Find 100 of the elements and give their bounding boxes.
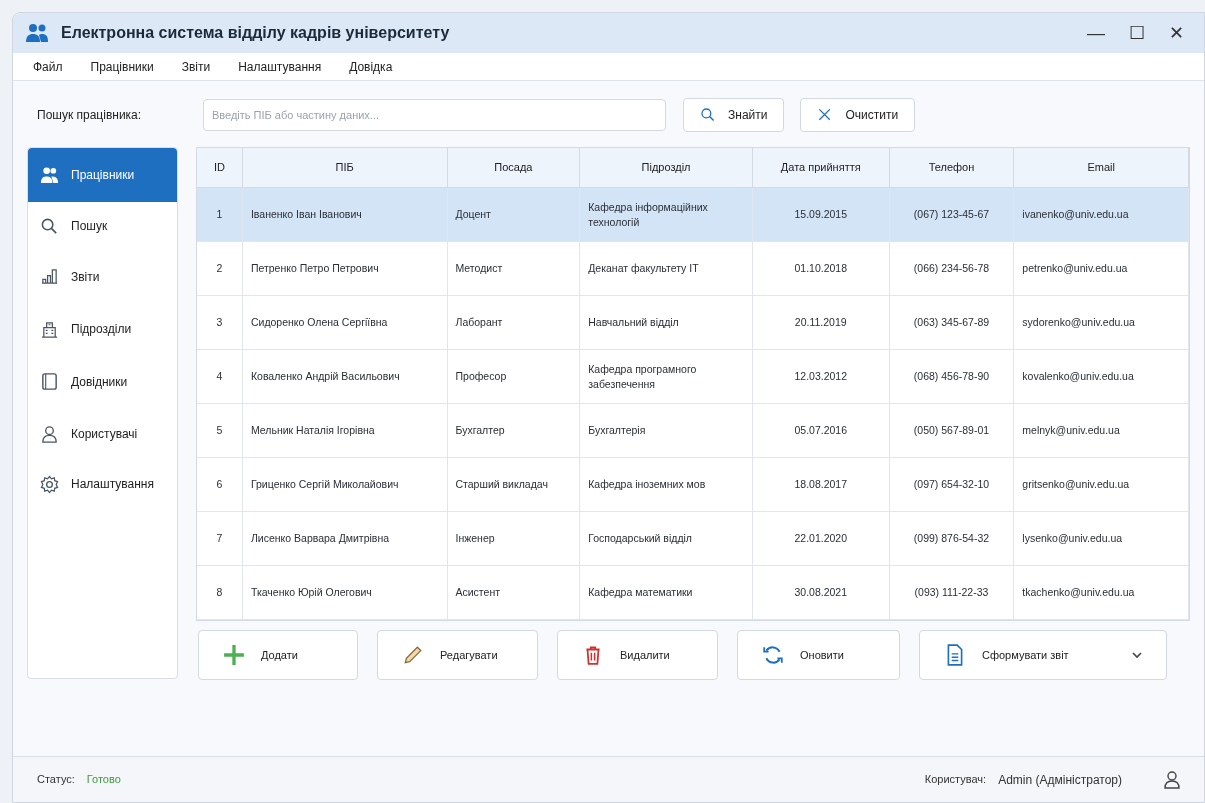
refresh-button[interactable]: Оновити [737,630,900,680]
window-title: Електронна система відділу кадрів університету [61,23,450,43]
refresh-icon [762,644,784,666]
table-cell: Лисенко Варвара Дмитрівна [242,512,448,565]
table-cell: 15.09.2015 [752,188,890,241]
column-header[interactable]: Телефон [889,148,1015,187]
report-button[interactable]: Сформувати звіт [919,630,1167,680]
minimize-button[interactable]: — [1087,24,1105,42]
sidebar-item[interactable]: Користувачі [28,408,177,460]
clear-button[interactable]: Очистити [800,98,916,132]
table-cell: lysenko@univ.edu.ua [1014,512,1189,565]
search-button[interactable]: Знайти [683,98,785,132]
table-cell: (050) 567-89-01 [889,404,1015,457]
table-cell: 2 [197,242,243,295]
search-icon [700,107,716,123]
table-cell: Іваненко Іван Іванович [242,188,448,241]
sidebar-item[interactable]: Довідники [28,355,177,408]
menu-item[interactable]: Звіти [181,57,211,76]
column-header[interactable]: Email [1014,148,1189,187]
table-row[interactable]: 1 Іваненко Іван Іванович Доцент Кафедра інформаційних технологій 15.09.2015 (067) 123-45-67 ivanenko@univ.edu.ua [197,188,1189,242]
table-cell: Кафедра іноземних мов [580,458,753,511]
maximize-button[interactable]: ☐ [1129,24,1145,42]
table-cell: sydorenko@univ.edu.ua [1014,296,1189,349]
column-header[interactable]: Дата прийняття [752,148,890,187]
table-cell: Кафедра математики [580,566,753,619]
search-icon [40,216,59,236]
table-cell: 22.01.2020 [752,512,890,565]
table-cell: Асистент [447,566,581,619]
table-cell: Сидоренко Олена Сергіївна [242,296,448,349]
table-cell: melnyk@univ.edu.ua [1014,404,1189,457]
add-button[interactable]: Додати [198,630,358,680]
search-field[interactable]: Введіть ПІБ або частину даних... [203,99,666,131]
sidebar-item[interactable]: Підрозділи [28,303,177,355]
table-cell: 1 [197,188,243,241]
table-row[interactable]: 7 Лисенко Варвара Дмитрівна Інженер Господарський відділ 22.01.2020 (099) 876-54-32 lysenko@univ.edu.ua [197,512,1189,566]
sidebar-item[interactable]: Пошук [28,202,177,250]
table-cell: Лаборант [447,296,581,349]
edit-button[interactable]: Редагувати [377,630,538,680]
building-icon [40,319,59,339]
table-cell: Доцент [447,188,581,241]
table-cell: Бухгалтер [447,404,581,457]
sidebar-item[interactable]: Налаштування [28,460,177,508]
table-cell: 05.07.2016 [752,404,890,457]
search-label: Пошук працівника: [37,107,143,124]
table-cell: 7 [197,512,243,565]
sidebar-item[interactable]: Працівники [28,148,177,202]
table-cell: (067) 123-45-67 [889,188,1015,241]
table-cell: Деканат факультету IT [580,242,753,295]
menu-item[interactable]: Працівники [90,57,154,76]
settings-icon [40,474,59,494]
table-cell: Бухгалтерія [580,404,753,457]
table-cell: Інженер [447,512,581,565]
user-name: Admin (Адміністратор) [998,771,1122,789]
menu-item[interactable]: Файл [33,57,63,76]
table-cell: (063) 345-67-89 [889,296,1015,349]
table-cell: Професор [447,350,581,403]
table-row[interactable]: 4 Коваленко Андрій Васильович Професор Кафедра програмного забезпечення 12.03.2012 (068) 456-78-90 kovalenko@univ.edu.ua [197,350,1189,404]
table-cell: Петренко Петро Петрович [242,242,448,295]
close-button[interactable]: ✕ [1169,24,1184,42]
table-cell: Навчальний відділ [580,296,753,349]
table-cell: Ткаченко Юрій Олегович [242,566,448,619]
table-cell: 01.10.2018 [752,242,890,295]
pencil-icon [402,644,424,666]
table-cell: 8 [197,566,243,619]
user-icon [40,424,59,444]
plus-icon [223,644,245,666]
menu-item[interactable]: Довідка [349,57,393,76]
column-header[interactable]: ID [197,148,243,187]
table-cell: Методист [447,242,581,295]
table-row[interactable]: 2 Петренко Петро Петрович Методист Деканат факультету IT 01.10.2018 (066) 234-56-78 petrenko@univ.edu.ua [197,242,1189,296]
table-cell: petrenko@univ.edu.ua [1014,242,1189,295]
table-cell: Гриценко Сергій Миколайович [242,458,448,511]
book-icon [40,372,59,391]
status-text: Готово [86,772,121,788]
status-label: Статус: [37,772,75,788]
table-row[interactable]: 8 Ткаченко Юрій Олегович Асистент Кафедра математики 30.08.2021 (093) 111-22-33 tkachenko@univ.edu.ua [197,566,1189,620]
column-header[interactable]: ПІБ [242,148,448,187]
table-cell: Мельник Наталія Ігорівна [242,404,448,457]
people-icon [25,23,49,43]
column-header[interactable]: Підрозділ [580,148,753,187]
table-cell: Господарський відділ [580,512,753,565]
table-cell: Кафедра інформаційних технологій [580,188,753,241]
table-cell: (099) 876-54-32 [889,512,1015,565]
user-icon [1164,770,1180,789]
bar-chart-icon [40,267,59,286]
table-row[interactable]: 3 Сидоренко Олена Сергіївна Лаборант Навчальний відділ 20.11.2019 (063) 345-67-89 sydorenko@univ.edu.ua [197,296,1189,350]
table-cell: 20.11.2019 [752,296,890,349]
table-row[interactable]: 6 Гриценко Сергій Миколайович Старший викладач Кафедра іноземних мов 18.08.2017 (097) 654-32-10 gritsenko@univ.edu.ua [197,458,1189,512]
sidebar-item[interactable]: Звіти [28,250,177,303]
table-cell: (093) 111-22-33 [889,566,1015,619]
table-cell: gritsenko@univ.edu.ua [1014,458,1189,511]
table-cell: Кафедра програмного забезпечення [580,350,753,403]
table-cell: tkachenko@univ.edu.ua [1014,566,1189,619]
column-header[interactable]: Посада [447,148,581,187]
delete-button[interactable]: Видалити [557,630,718,680]
menu-item[interactable]: Налаштування [238,57,322,76]
table-cell: 6 [197,458,243,511]
table-cell: 30.08.2021 [752,566,890,619]
table-cell: 3 [197,296,243,349]
table-row[interactable]: 5 Мельник Наталія Ігорівна Бухгалтер Бухгалтерія 05.07.2016 (050) 567-89-01 melnyk@univ.edu.ua [197,404,1189,458]
